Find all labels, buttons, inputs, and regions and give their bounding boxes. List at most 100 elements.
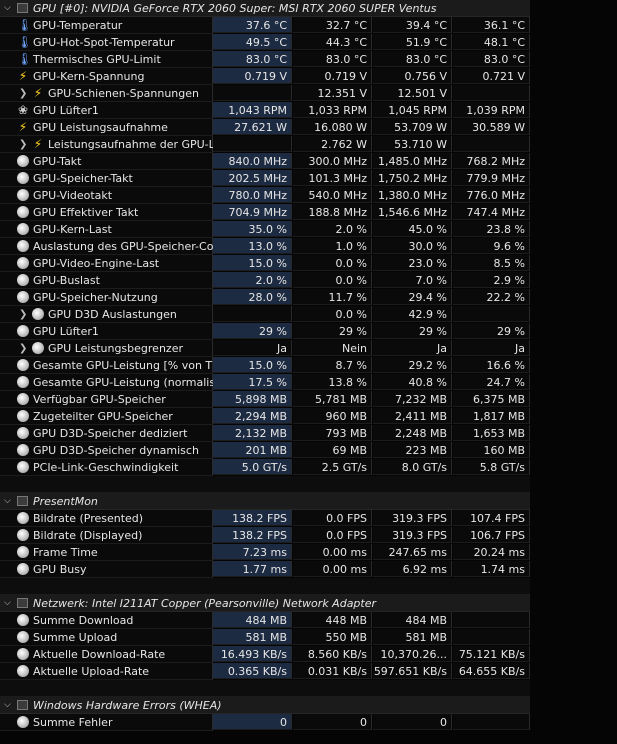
chevron-right-icon[interactable]: ❯ [19,85,27,102]
min-value: Nein [293,340,372,356]
section-spacer [0,476,617,493]
avg-value: 23.8 % [453,221,530,237]
min-value: 8.560 KB/s [293,646,372,662]
sensor-row[interactable]: GPU D3D-Speicher dynamisch 201 MB 69 MB 223… [0,442,617,459]
min-value: 13.8 % [293,374,372,390]
collapse-caret-icon[interactable]: ⌵ [4,595,11,612]
max-value: 83.0 °C [373,51,452,67]
sensor-row[interactable]: ❀ GPU Lüfter1 1,043 RPM 1,033 RPM 1,045 RPM 1… [0,102,617,119]
sensor-row[interactable]: 🌡 GPU-Temperatur 37.6 °C 32.7 °C 39.4 °C 36.1… [0,17,617,34]
min-value: 448 MB [293,612,372,628]
sensor-row[interactable]: PCIe-Link-Geschwindigkeit 5.0 GT/s 2.5 GT/… [0,459,617,476]
section-header[interactable]: ⌵ PresentMon [0,493,617,510]
max-value: 0.756 V [373,68,452,84]
sensor-row[interactable]: Summe Upload 581 MB 550 MB 581 MB [0,629,617,646]
sensor-row[interactable]: Bildrate (Presented) 138.2 FPS 0.0 FPS 319.… [0,510,617,527]
sensor-row[interactable]: ⚡ GPU Leistungsaufnahme 27.621 W 16.080 W 53… [0,119,617,136]
avg-value: 6,375 MB [453,391,530,407]
sensor-row[interactable]: GPU-Kern-Last 35.0 % 2.0 % 45.0 % 23.8 % [0,221,617,238]
sensor-label: Gesamte GPU-Leistung (normalisie... [33,376,236,389]
min-value: 69 MB [293,442,372,458]
section-header[interactable]: ⌵ Windows Hardware Errors (WHEA) [0,697,617,714]
sensor-row[interactable]: GPU D3D-Speicher dediziert 2,132 MB 793 MB… [0,425,617,442]
sensor-row[interactable]: Auslastung des GPU-Speicher-Con... 13.0 %… [0,238,617,255]
max-value: 1,485.0 MHz [373,153,452,169]
sensor-row[interactable]: Bildrate (Displayed) 138.2 FPS 0.0 FPS 319.… [0,527,617,544]
gauge-icon [17,529,29,541]
current-value [213,85,292,101]
avg-value: 106.7 FPS [453,527,530,543]
chevron-right-icon[interactable]: ❯ [19,340,27,357]
max-value: 2,248 MB [373,425,452,441]
current-value: 202.5 MHz [213,170,292,186]
sensor-row[interactable]: ❯ GPU Leistungsbegrenzer Ja Nein Ja Ja [0,340,617,357]
avg-value [453,306,530,322]
section-header[interactable]: ⌵ Netzwerk: Intel I211AT Copper (Pearsonv… [0,595,617,612]
sensor-row[interactable]: Gesamte GPU-Leistung (normalisie... 17.5 … [0,374,617,391]
sensor-row[interactable]: Aktuelle Upload-Rate 0.365 KB/s 0.031 KB/s… [0,663,617,680]
avg-value: 1,653 MB [453,425,530,441]
sensor-row[interactable]: Gesamte GPU-Leistung [% von TDP] 15.0 % 8.… [0,357,617,374]
sensor-row[interactable]: Frame Time 7.23 ms 0.00 ms 247.65 ms 20.24 m… [0,544,617,561]
min-value: 0.00 ms [293,561,372,577]
sensor-row[interactable]: GPU-Video-Engine-Last 15.0 % 0.0 % 23.0 % 8.… [0,255,617,272]
current-value: 138.2 FPS [213,527,292,543]
gauge-icon [17,546,29,558]
current-value [213,136,292,152]
sensor-row[interactable]: GPU Lüfter1 29 % 29 % 29 % 29 % [0,323,617,340]
avg-value: 24.7 % [453,374,530,390]
min-value: 1.0 % [293,238,372,254]
chevron-right-icon[interactable]: ❯ [19,306,27,323]
max-value: 319.3 FPS [373,510,452,526]
sensor-name-cell: Zugeteilter GPU-Speicher [0,408,213,425]
max-value: 10,370.26... [373,646,452,662]
avg-value: 779.9 MHz [453,170,530,186]
sensor-row[interactable]: GPU Busy 1.77 ms 0.00 ms 6.92 ms 1.74 ms [0,561,617,578]
min-value: 12.351 V [293,85,372,101]
sensor-row[interactable]: GPU-Buslast 2.0 % 0.0 % 7.0 % 2.9 % [0,272,617,289]
max-value: 29.2 % [373,357,452,373]
section-spacer [0,680,617,697]
max-value: 29.4 % [373,289,452,305]
min-value: 550 MB [293,629,372,645]
current-value: 2.0 % [213,272,292,288]
sensor-name-cell: ⚡ GPU Leistungsaufnahme [0,119,213,136]
collapse-caret-icon[interactable]: ⌵ [4,697,11,714]
sensor-row[interactable]: Summe Download 484 MB 448 MB 484 MB [0,612,617,629]
collapse-caret-icon[interactable]: ⌵ [4,493,11,510]
min-value: 29 % [293,323,372,339]
sensor-name-cell: Aktuelle Upload-Rate [0,663,213,680]
sensor-row[interactable]: 🌡 GPU-Hot-Spot-Temperatur 49.5 °C 44.3 °C 51… [0,34,617,51]
sensor-row[interactable]: Zugeteilter GPU-Speicher 2,294 MB 960 MB 2,… [0,408,617,425]
sensor-row[interactable]: ❯ GPU D3D Auslastungen 0.0 % 42.9 % [0,306,617,323]
sensor-row[interactable]: GPU Effektiver Takt 704.9 MHz 188.8 MHz 1,5… [0,204,617,221]
sensor-row[interactable]: Verfügbar GPU-Speicher 5,898 MB 5,781 MB 7,… [0,391,617,408]
collapse-caret-icon[interactable]: ⌵ [4,0,11,17]
sensor-name-cell: ❯ ⚡ GPU-Schienen-Spannungen [0,85,213,102]
sensor-row[interactable]: GPU-Videotakt 780.0 MHz 540.0 MHz 1,380.0 M… [0,187,617,204]
sensor-row[interactable]: GPU-Speicher-Takt 202.5 MHz 101.3 MHz 1,750… [0,170,617,187]
sensor-row[interactable]: Summe Fehler 0 0 0 [0,714,617,731]
sensor-row[interactable]: GPU-Speicher-Nutzung 28.0 % 11.7 % 29.4 % 22… [0,289,617,306]
avg-value [453,629,530,645]
chevron-right-icon[interactable]: ❯ [19,136,27,153]
sensor-row[interactable]: ⚡ GPU-Kern-Spannung 0.719 V 0.719 V 0.756 V0… [0,68,617,85]
gauge-icon [17,665,29,677]
sensor-row[interactable]: ❯ ⚡ Leistungsaufnahme der GPU-L... 2.762 W5… [0,136,617,153]
bolt-icon: ⚡ [33,137,43,151]
sensor-row[interactable]: ❯ ⚡ GPU-Schienen-Spannungen 12.351 V 12.501 … [0,85,617,102]
min-value: 44.3 °C [293,34,372,50]
avg-value: 1.74 ms [453,561,530,577]
max-value: 1,380.0 MHz [373,187,452,203]
section-header[interactable]: ⌵ GPU [#0]: NVIDIA GeForce RTX 2060 Super… [0,0,617,17]
min-value: 0.00 ms [293,544,372,560]
sensor-label: GPU Busy [33,563,87,576]
sensor-row[interactable]: Aktuelle Download-Rate 16.493 KB/s 8.560 K… [0,646,617,663]
min-value: 0.0 % [293,255,372,271]
gauge-icon [17,172,29,184]
sensor-name-cell: ❀ GPU Lüfter1 [0,102,213,119]
sensor-row[interactable]: 🌡 Thermisches GPU-Limit 83.0 °C 83.0 °C 83.0… [0,51,617,68]
avg-value [453,714,530,730]
sensor-row[interactable]: GPU-Takt 840.0 MHz 300.0 MHz 1,485.0 MHz 768… [0,153,617,170]
current-value: 35.0 % [213,221,292,237]
